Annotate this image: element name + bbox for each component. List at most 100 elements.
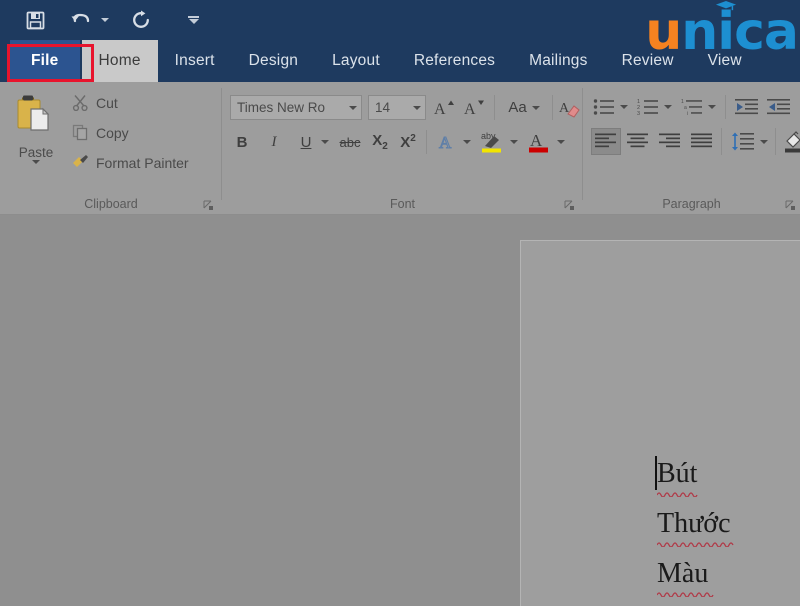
dialog-launcher-icon <box>203 200 213 210</box>
numbering-button[interactable]: 1 2 3 <box>635 95 661 119</box>
change-case-button[interactable]: Aa <box>502 95 546 120</box>
quick-access-toolbar <box>18 6 199 34</box>
clear-formatting-icon: A <box>559 101 580 118</box>
dialog-launcher-icon <box>564 200 574 210</box>
line-spacing-button[interactable] <box>729 128 757 155</box>
superscript-button[interactable]: X2 <box>396 130 420 154</box>
font-size-value: 14 <box>375 100 391 115</box>
increase-indent-button[interactable] <box>765 95 793 119</box>
undo-dropdown-button[interactable] <box>98 6 112 34</box>
font-color-dropdown-button[interactable] <box>554 130 568 154</box>
multilevel-list-dropdown-button[interactable] <box>705 95 719 119</box>
document-line-3[interactable]: Màu <box>657 558 714 597</box>
align-right-button[interactable] <box>655 128 685 155</box>
justify-button[interactable] <box>687 128 717 155</box>
copy-icon <box>72 124 88 141</box>
font-sep-3 <box>426 130 427 154</box>
paste-dropdown-icon[interactable] <box>32 160 40 182</box>
subscript-label: X2 <box>372 132 388 152</box>
underline-button[interactable]: U <box>294 130 318 154</box>
text-highlight-button[interactable]: aby <box>478 128 506 156</box>
superscript-label: X2 <box>400 133 416 151</box>
font-size-combo[interactable]: 14 <box>368 95 426 120</box>
numbering-icon: 1 2 3 <box>637 99 658 116</box>
bold-button[interactable]: B <box>230 130 254 154</box>
cut-button[interactable]: Cut <box>72 94 118 111</box>
bullets-dropdown-button[interactable] <box>617 95 631 119</box>
decrease-indent-button[interactable] <box>733 95 761 119</box>
strikethrough-button[interactable]: abc <box>336 130 364 154</box>
text-highlight-dropdown-button[interactable] <box>507 130 521 154</box>
qat-more-bar <box>188 16 199 18</box>
redo-button[interactable] <box>124 6 158 34</box>
text-effects-dropdown-button[interactable] <box>460 130 474 154</box>
tab-mailings[interactable]: Mailings <box>512 40 604 82</box>
font-color-button[interactable]: A <box>525 128 553 156</box>
text-effects-icon: A <box>438 132 452 152</box>
font-name-value: Times New Ro <box>237 100 326 115</box>
subscript-button[interactable]: X2 <box>368 130 392 154</box>
italic-button[interactable]: I <box>262 130 286 154</box>
paste-button[interactable]: Paste <box>8 88 64 194</box>
spellcheck-squiggle-icon <box>657 592 714 597</box>
paragraph-dialog-launcher[interactable] <box>785 198 796 210</box>
chevron-down-icon <box>463 140 471 144</box>
chevron-down-icon <box>664 105 672 109</box>
bold-label: B <box>236 133 248 151</box>
svg-text:A: A <box>530 131 543 150</box>
tab-insert[interactable]: Insert <box>158 40 232 82</box>
format-painter-button[interactable]: Format Painter <box>72 154 189 171</box>
document-line-2-text: Thước <box>657 508 731 539</box>
paragraph-sep-1 <box>725 95 726 119</box>
tab-layout[interactable]: Layout <box>315 40 397 82</box>
tab-references[interactable]: References <box>397 40 512 82</box>
document-line-1[interactable]: Bút <box>657 458 698 497</box>
ribbon-group-font: Times New Ro 14 A A Aa A B I U abc X2 X2… <box>222 82 583 215</box>
shading-button[interactable] <box>781 128 800 155</box>
text-effects-button[interactable]: A <box>434 130 460 154</box>
multilevel-list-button[interactable]: 1 a i <box>679 95 705 119</box>
undo-button[interactable] <box>64 6 98 34</box>
graduation-cap-icon <box>715 1 736 11</box>
paragraph-sep-3 <box>775 128 776 155</box>
unica-logo: u n i c a <box>645 1 799 62</box>
spellcheck-squiggle-icon <box>657 542 734 547</box>
font-name-combo[interactable]: Times New Ro <box>230 95 362 120</box>
tab-home[interactable]: Home <box>81 40 158 82</box>
logo-letter-c: c <box>734 2 765 62</box>
document-canvas[interactable]: Bút Thước Màu <box>0 215 800 606</box>
clipboard-dialog-launcher[interactable] <box>203 198 214 210</box>
line-spacing-dropdown-button[interactable] <box>757 128 771 155</box>
tab-layout-label: Layout <box>332 52 380 69</box>
logo-letter-n: n <box>681 2 718 62</box>
font-dialog-launcher[interactable] <box>564 198 575 210</box>
shrink-font-button[interactable]: A <box>462 95 488 120</box>
format-painter-label: Format Painter <box>96 154 189 171</box>
tab-file-label: File <box>31 52 59 69</box>
tab-insert-label: Insert <box>174 52 215 69</box>
document-line-2[interactable]: Thước <box>657 508 734 547</box>
chevron-down-icon <box>32 160 40 181</box>
chevron-down-icon <box>188 19 199 24</box>
customize-qat-button[interactable] <box>188 16 199 24</box>
underline-dropdown-button[interactable] <box>318 130 332 154</box>
increase-indent-icon <box>767 99 790 115</box>
align-center-button[interactable] <box>623 128 653 155</box>
align-left-icon <box>595 133 616 148</box>
bullets-button[interactable] <box>591 95 617 119</box>
tab-design[interactable]: Design <box>232 40 315 82</box>
copy-button[interactable]: Copy <box>72 124 129 141</box>
shrink-font-icon: A <box>464 100 484 117</box>
document-page[interactable]: Bút Thước Màu <box>520 240 800 606</box>
numbering-dropdown-button[interactable] <box>661 95 675 119</box>
grow-font-button[interactable]: A <box>432 95 458 120</box>
strikethrough-label: abc <box>339 134 361 150</box>
ribbon-group-paragraph: 1 2 3 1 a i Paragraph <box>583 82 800 215</box>
tab-file[interactable]: File <box>10 40 80 82</box>
align-left-button[interactable] <box>591 128 621 155</box>
clipboard-group-label: Clipboard <box>84 197 138 211</box>
save-button[interactable] <box>18 6 52 34</box>
paragraph-sep-2 <box>721 128 722 155</box>
clear-formatting-button[interactable]: A <box>558 95 582 120</box>
document-line-1-text: Bút <box>657 458 698 489</box>
